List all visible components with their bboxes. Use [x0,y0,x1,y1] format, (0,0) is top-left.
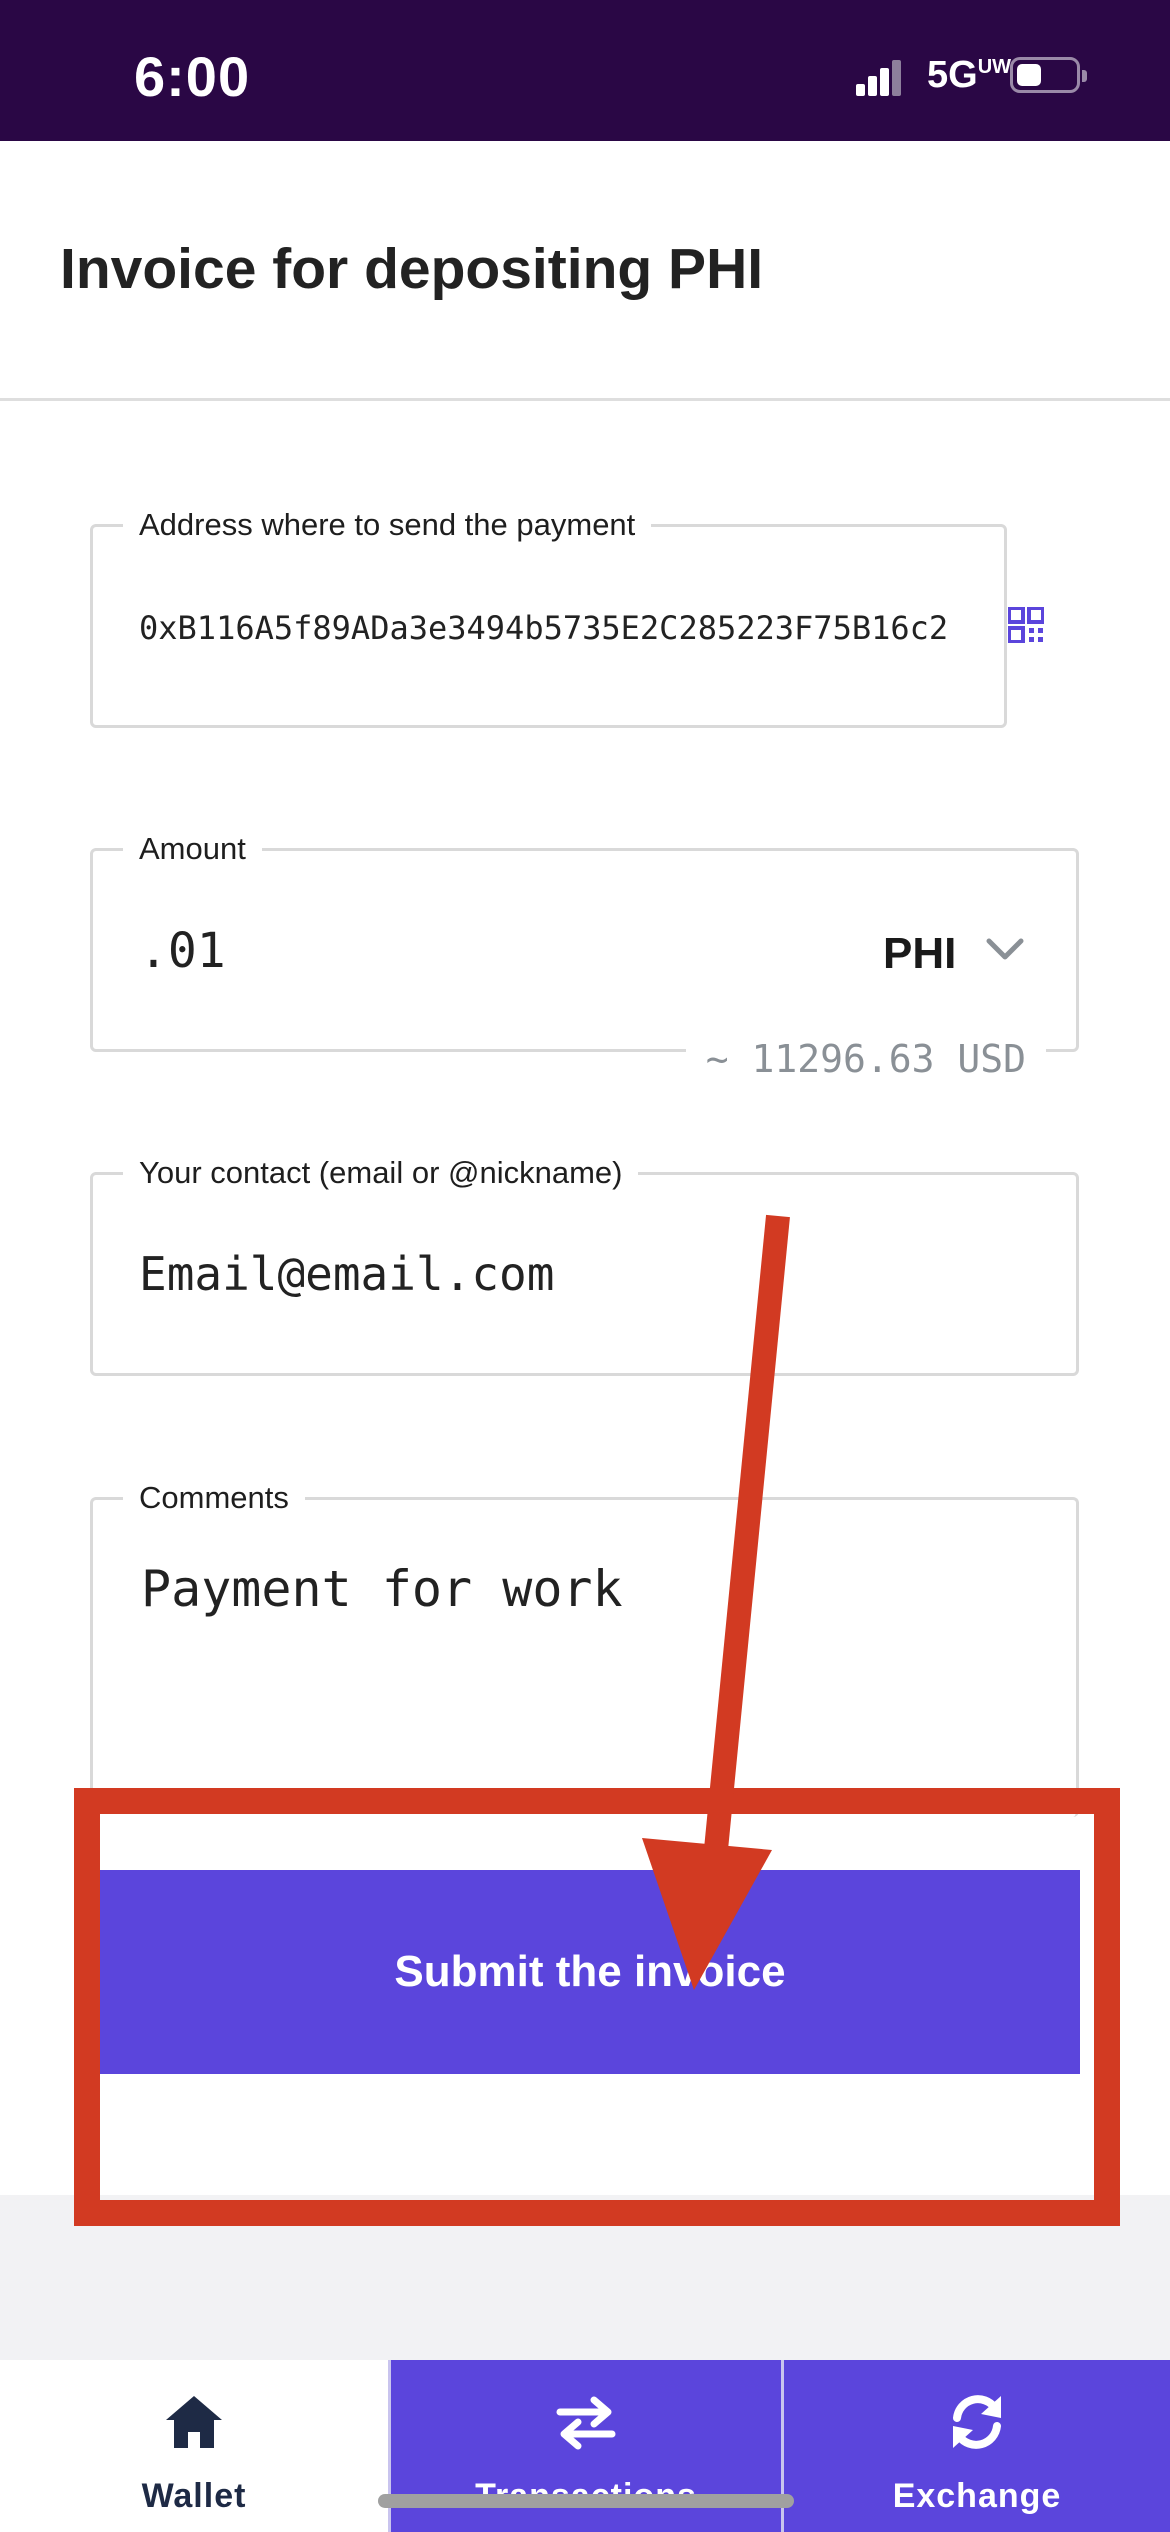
home-icon [166,2396,222,2448]
page-title: Invoice for depositing PHI [60,237,764,301]
amount-input[interactable]: .01 [139,923,226,979]
amount-field[interactable]: Amount .01 PHI ~ 11296.63 USD [90,831,1079,1081]
usd-estimate: ~ 11296.63 USD [685,1037,1046,1081]
comments-input[interactable]: Payment for work [141,1560,623,1618]
contact-field-label: Your contact (email or @nickname) [123,1155,639,1191]
battery-icon [1010,57,1087,93]
tab-exchange[interactable]: Exchange [781,2360,1170,2532]
annotation-highlight-box [74,1788,1120,2226]
amount-field-label: Amount [123,831,262,867]
refresh-icon [953,2395,1001,2449]
home-indicator[interactable] [378,2494,794,2508]
signal-strength-icon [856,60,902,96]
status-bar: 6:00 5GUW [0,0,1170,141]
comments-field-label: Comments [123,1480,305,1516]
comments-field[interactable]: Comments Payment for work [90,1480,1079,1817]
address-value[interactable]: 0xB116A5f89ADa3e3494b5735E2C285223F75B16… [139,609,959,647]
qr-code-icon[interactable] [1008,607,1044,643]
page-header: Invoice for depositing PHI [0,141,1170,401]
network-indicator: 5GUW [927,54,1012,96]
contact-input[interactable]: Email@email.com [139,1247,554,1301]
tab-wallet-label: Wallet [141,2477,247,2515]
chevron-down-icon[interactable] [983,935,1027,965]
tab-wallet[interactable]: Wallet [0,2360,388,2532]
tab-exchange-label: Exchange [892,2477,1062,2515]
address-field-label: Address where to send the payment [123,507,652,543]
currency-select[interactable]: PHI [883,929,956,979]
arrows-exchange-icon [556,2396,616,2450]
address-field[interactable]: Address where to send the payment 0xB116… [90,507,1007,728]
contact-field[interactable]: Your contact (email or @nickname) Email@… [90,1155,1079,1376]
status-time: 6:00 [134,45,251,108]
